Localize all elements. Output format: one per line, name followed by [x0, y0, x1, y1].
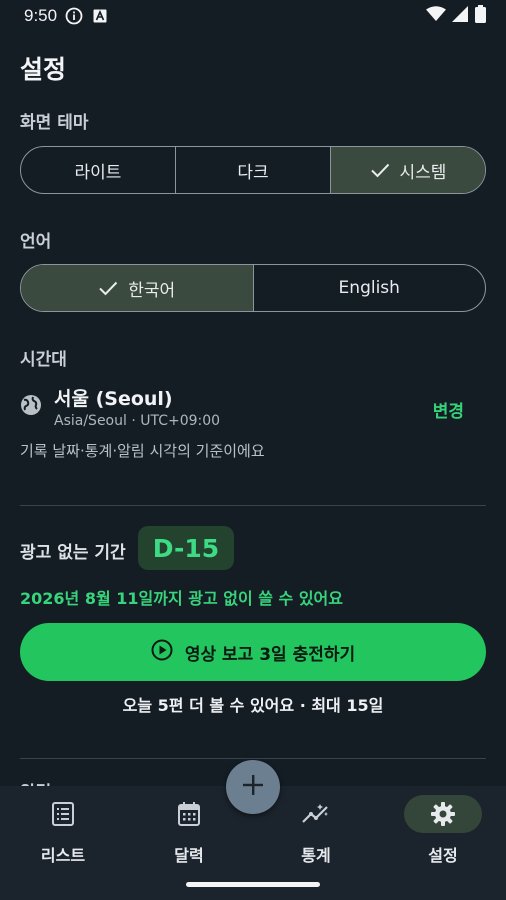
- language-option-label: English: [338, 278, 400, 298]
- timezone-description: 기록 날짜·통계·알림 시각의 기준이에요: [20, 442, 265, 460]
- language-option-korean[interactable]: 한국어: [21, 265, 254, 311]
- timezone-city: 서울 (Seoul): [54, 388, 173, 410]
- watch-video-charge-label: 영상 보고 3일 충전하기: [184, 644, 356, 665]
- theme-option-system[interactable]: 시스템: [331, 147, 485, 193]
- signal-icon: [452, 5, 469, 27]
- language-option-english[interactable]: English: [254, 265, 486, 311]
- nav-label: 설정: [428, 846, 458, 865]
- status-bar: 9:50: [0, 0, 506, 32]
- home-indicator[interactable]: [186, 882, 320, 887]
- ad-free-label: 광고 없는 기간: [20, 543, 126, 563]
- calendar-icon: [150, 795, 228, 833]
- theme-option-label: 다크: [237, 162, 269, 183]
- ad-free-note: 2026년 8월 11일까지 광고 없이 쓸 수 있어요: [20, 589, 344, 608]
- change-timezone-button[interactable]: 변경: [433, 397, 464, 422]
- theme-option-label: 라이트: [74, 162, 122, 183]
- nav-label: 달력: [174, 846, 204, 865]
- status-time: 9:50: [24, 6, 58, 25]
- add-record-button[interactable]: [226, 760, 280, 814]
- nav-label: 통계: [301, 846, 331, 865]
- info-icon: [65, 7, 83, 25]
- dday-badge: D-15: [138, 526, 234, 570]
- watch-video-charge-button[interactable]: 영상 보고 3일 충전하기: [20, 623, 486, 681]
- timezone-row: 서울 (Seoul) Asia/Seoul · UTC+09:00 변경: [20, 382, 486, 432]
- nav-item-settings[interactable]: 설정: [380, 786, 506, 876]
- theme-section-label: 화면 테마: [20, 113, 89, 133]
- check-icon: [98, 280, 118, 296]
- language-segmented-control: 한국어 English: [20, 264, 486, 312]
- timezone-zone: Asia/Seoul · UTC+09:00: [54, 413, 221, 429]
- globe-icon: [20, 394, 42, 420]
- check-icon: [370, 162, 390, 178]
- page-title: 설정: [20, 55, 67, 84]
- play-circle-icon: [151, 639, 173, 666]
- divider: [20, 505, 486, 506]
- nav-item-list[interactable]: 리스트: [0, 786, 126, 876]
- language-option-label: 한국어: [128, 280, 176, 301]
- gear-icon: [404, 795, 482, 833]
- theme-option-dark[interactable]: 다크: [176, 147, 331, 193]
- plus-icon: [242, 774, 264, 800]
- divider: [20, 758, 486, 759]
- timezone-section-label: 시간대: [20, 350, 67, 370]
- video-remaining-note: 오늘 5편 더 볼 수 있어요 · 최대 15일: [122, 696, 384, 715]
- battery-icon: [475, 4, 486, 28]
- theme-segmented-control: 라이트 다크 시스템: [20, 146, 486, 194]
- nav-label: 리스트: [40, 846, 86, 865]
- language-section-label: 언어: [20, 232, 52, 252]
- list-icon: [24, 795, 102, 833]
- font-icon: [93, 9, 107, 23]
- wifi-icon: [426, 5, 446, 27]
- chart-icon: [277, 795, 355, 833]
- theme-option-light[interactable]: 라이트: [21, 147, 176, 193]
- theme-option-label: 시스템: [399, 162, 447, 183]
